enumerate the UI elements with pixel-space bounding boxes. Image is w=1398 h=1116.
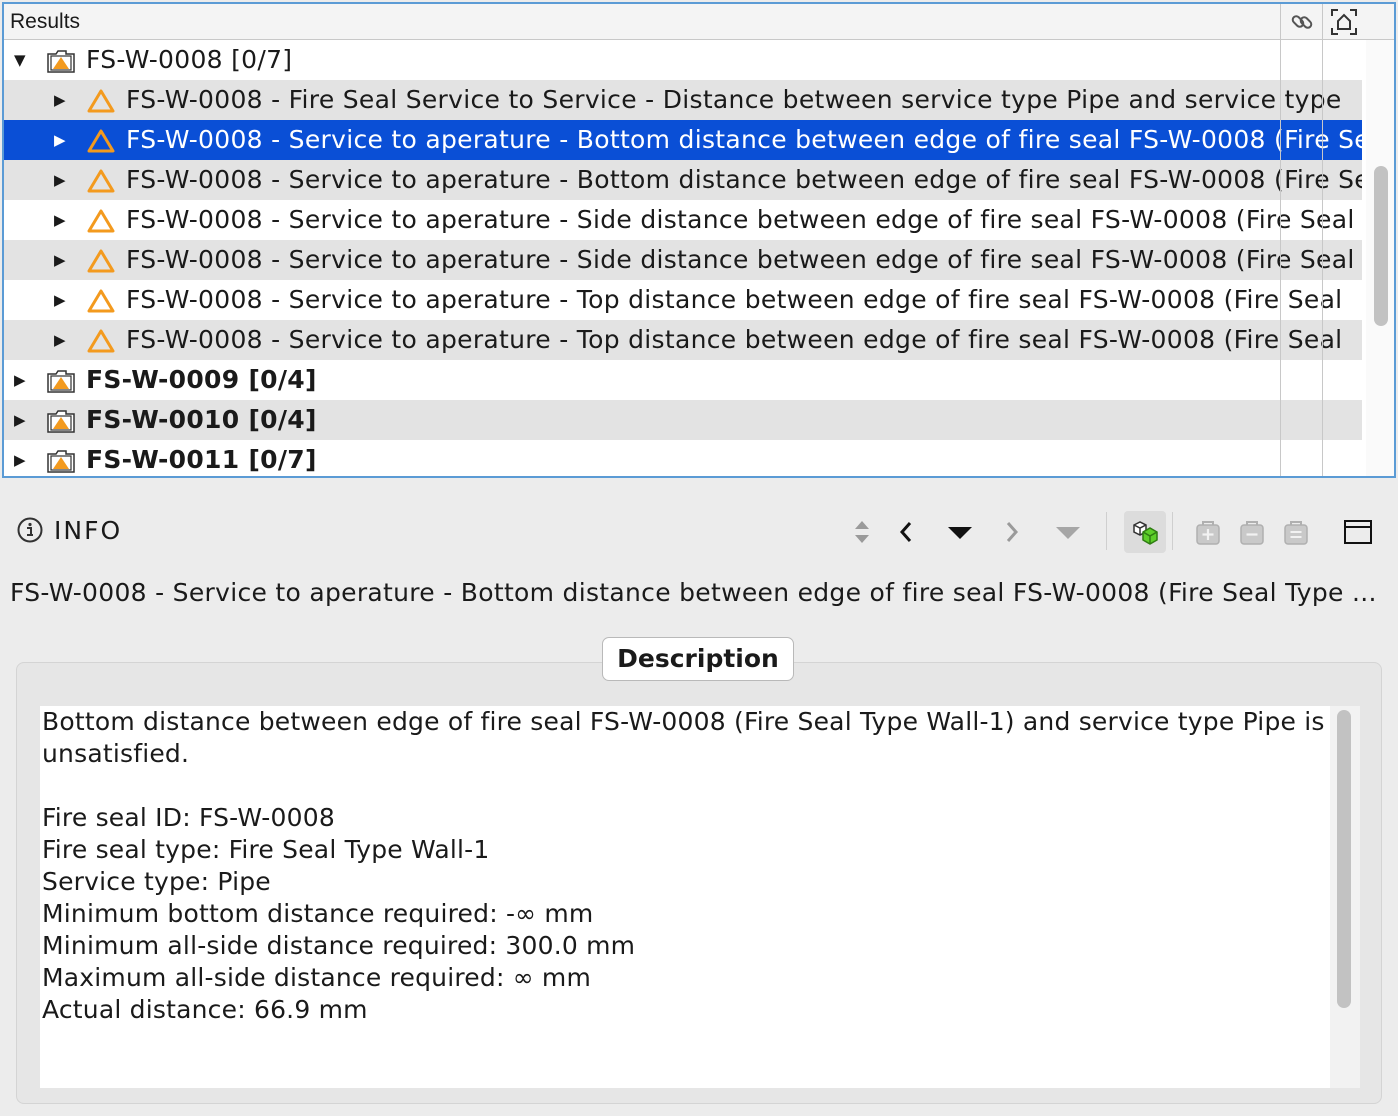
model-cube-icon — [1133, 521, 1158, 545]
results-scrollbar[interactable] — [1366, 40, 1394, 476]
description-scrollbar[interactable] — [1330, 706, 1360, 1088]
remove-bag-icon — [1240, 521, 1264, 545]
tree-row-label: FS-W-0008 - Fire Seal Service to Service… — [126, 85, 1342, 114]
expand-right-icon[interactable]: ▶ — [54, 80, 66, 120]
tree-group-row[interactable]: ▼ FS-W-0008 [0/7] — [4, 40, 1362, 80]
expand-right-icon[interactable]: ▶ — [54, 120, 66, 160]
sort-button[interactable] — [844, 514, 880, 550]
folder-warning-icon — [47, 450, 75, 473]
home-icon — [1330, 9, 1357, 35]
home-column-header[interactable] — [1322, 4, 1364, 40]
tree-item-row[interactable]: ▶ FS-W-0008 - Service to aperature - Side… — [4, 240, 1362, 280]
sort-updown-icon — [855, 521, 869, 543]
info-label: INFO — [54, 516, 123, 545]
description-tab[interactable]: Description — [602, 637, 794, 681]
link-column-header[interactable] — [1280, 4, 1322, 40]
collapse-button[interactable] — [1050, 514, 1086, 550]
next-button[interactable] — [994, 514, 1030, 550]
tree-group-row[interactable]: ▶ FS-W-0009 [0/4] — [4, 360, 1362, 400]
column-separator — [1322, 40, 1323, 476]
previous-button[interactable] — [888, 514, 924, 550]
link-icon — [1291, 15, 1312, 29]
list-bag-icon — [1284, 521, 1308, 545]
down-triangle-disabled-icon — [1056, 527, 1080, 539]
tree-row-label: FS-W-0008 - Service to aperature - Side … — [126, 205, 1355, 234]
show-model-button[interactable] — [1124, 511, 1166, 553]
tree-row-label: FS-W-0010 [0/4] — [86, 405, 317, 434]
results-title: Results — [10, 10, 81, 33]
toolbar-separator — [1172, 512, 1173, 550]
results-tree[interactable]: ▼ FS-W-0008 [0/7] ▶ FS-W-0008 - Fire Seal S… — [4, 40, 1362, 476]
add-bag-icon — [1196, 521, 1220, 545]
expand-right-icon[interactable]: ▶ — [54, 320, 66, 360]
warning-triangle-icon — [87, 89, 115, 113]
warning-triangle-icon — [87, 209, 115, 233]
expand-button[interactable] — [942, 514, 978, 550]
down-triangle-icon — [948, 527, 972, 539]
prev-chevron-icon — [899, 522, 912, 542]
warning-triangle-icon — [87, 129, 115, 153]
list-selection-button[interactable] — [1278, 514, 1314, 550]
description-text: Bottom distance between edge of fire sea… — [42, 707, 1325, 1024]
tree-item-row[interactable]: ▶ FS-W-0008 - Service to aperature - Side… — [4, 200, 1362, 240]
toolbar-separator — [1106, 512, 1107, 550]
tree-row-label: FS-W-0008 - Service to aperature - Botto… — [126, 165, 1362, 194]
tree-group-row[interactable]: ▶ FS-W-0010 [0/4] — [4, 400, 1362, 440]
expand-right-icon[interactable]: ▶ — [14, 400, 26, 440]
tree-item-row[interactable]: ▶ FS-W-0008 - Service to aperature - Bott… — [4, 160, 1362, 200]
expand-right-icon[interactable]: ▶ — [54, 240, 66, 280]
description-scrollbar-thumb[interactable] — [1337, 710, 1351, 1008]
warning-triangle-icon — [87, 289, 115, 313]
tree-item-row[interactable]: ▶ FS-W-0008 - Service to aperature - Top … — [4, 280, 1362, 320]
column-separator — [1280, 40, 1281, 476]
tree-row-label: FS-W-0008 [0/7] — [86, 45, 293, 74]
maximize-panel-button[interactable] — [1340, 514, 1376, 550]
window-icon — [1344, 520, 1372, 544]
tree-item-row[interactable]: ▶ FS-W-0008 - Fire Seal Service to Servic… — [4, 80, 1362, 120]
folder-warning-icon — [47, 410, 75, 433]
tree-row-label: FS-W-0008 - Service to aperature - Top d… — [126, 285, 1343, 314]
tree-item-row[interactable]: ▶ FS-W-0008 - Service to aperature - Bott… — [4, 120, 1362, 160]
expand-right-icon[interactable]: ▶ — [54, 200, 66, 240]
results-scrollbar-thumb[interactable] — [1374, 166, 1388, 326]
expand-right-icon[interactable]: ▶ — [14, 360, 26, 400]
results-header: Results — [4, 4, 1394, 40]
tree-row-label: FS-W-0008 - Service to aperature - Botto… — [126, 125, 1362, 154]
expand-right-icon[interactable]: ▶ — [54, 280, 66, 320]
folder-warning-icon — [47, 370, 75, 393]
description-textarea[interactable]: Bottom distance between edge of fire sea… — [40, 706, 1330, 1088]
tree-row-label: FS-W-0009 [0/4] — [86, 365, 317, 394]
remove-from-selection-button[interactable] — [1234, 514, 1270, 550]
add-to-selection-button[interactable] — [1190, 514, 1226, 550]
info-icon — [17, 517, 43, 543]
info-title: FS-W-0008 - Service to aperature - Botto… — [10, 578, 1377, 607]
expand-right-icon[interactable]: ▶ — [14, 440, 26, 476]
results-panel: Results ▼ FS-W-0008 [0/7] ▶ FS-W-0008 - Fir… — [2, 2, 1396, 478]
warning-triangle-icon — [87, 169, 115, 193]
expand-down-icon[interactable]: ▼ — [14, 40, 26, 80]
tree-row-label: FS-W-0008 - Service to aperature - Top d… — [126, 325, 1343, 354]
folder-warning-icon — [47, 50, 75, 73]
info-toolbar: INFO — [0, 496, 1398, 566]
warning-triangle-icon — [87, 329, 115, 353]
expand-right-icon[interactable]: ▶ — [54, 160, 66, 200]
next-chevron-icon — [1006, 522, 1019, 542]
tree-row-label: FS-W-0008 - Service to aperature - Side … — [126, 245, 1355, 274]
tree-row-label: FS-W-0011 [0/7] — [86, 445, 317, 474]
tree-group-row[interactable]: ▶ FS-W-0011 [0/7] — [4, 440, 1362, 476]
warning-triangle-icon — [87, 249, 115, 273]
tree-item-row[interactable]: ▶ FS-W-0008 - Service to aperature - Top … — [4, 320, 1362, 360]
